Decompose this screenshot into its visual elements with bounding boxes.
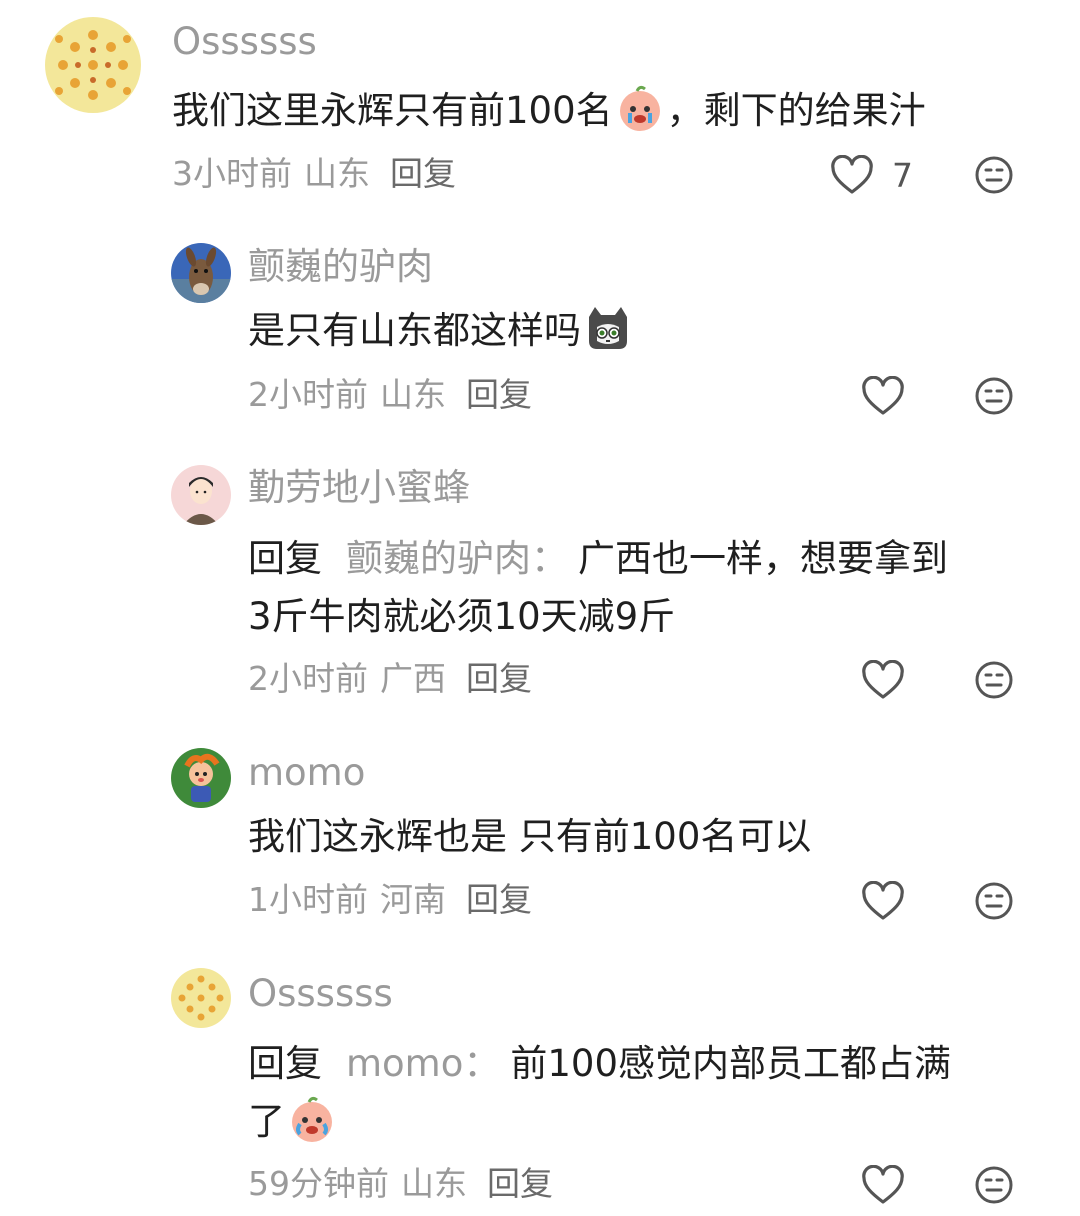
location: 河南: [380, 880, 446, 919]
crying-peach-emoji-icon: [615, 83, 665, 133]
like-button[interactable]: 7: [830, 155, 913, 195]
reply-target-username[interactable]: 颤巍的驴肉: [346, 537, 531, 580]
username[interactable]: 颤巍的驴肉: [248, 245, 433, 289]
dislike-button[interactable]: [974, 881, 1014, 921]
comment-text: 回复 momo： 前100感觉内部员工都占满 了: [248, 1035, 1048, 1151]
avatar-pattern-icon: [171, 968, 231, 1028]
comment-meta: 1小时前 河南 回复: [248, 880, 544, 920]
heart-outline-icon: [862, 1165, 904, 1204]
location: 山东: [401, 1164, 467, 1203]
timestamp: 3小时前: [172, 154, 292, 193]
donkey-avatar-icon: [171, 243, 231, 303]
heart-outline-icon: [862, 376, 904, 415]
like-button[interactable]: [861, 1165, 905, 1205]
colon: ：: [531, 537, 568, 580]
dislike-button[interactable]: [974, 376, 1014, 416]
username[interactable]: Ossssss: [172, 20, 317, 64]
neutral-face-icon: [975, 156, 1013, 194]
neutral-face-icon: [975, 377, 1013, 415]
avatar[interactable]: [171, 748, 231, 808]
reply-button[interactable]: 回复: [466, 880, 532, 919]
reply-target-username[interactable]: momo: [346, 1042, 463, 1085]
location: 山东: [304, 154, 370, 193]
like-button[interactable]: [861, 660, 905, 700]
comment-text: 我们这里永辉只有前100名 ，剩下的给果汁: [172, 82, 926, 140]
comment-text-line: 前100感觉内部员工都占满: [510, 1042, 951, 1085]
cartoon-avatar-icon: [171, 748, 231, 808]
comment-text-part: 我们这里永辉只有前100名: [172, 89, 613, 132]
heart-outline-icon: [862, 881, 904, 920]
dislike-button[interactable]: [974, 155, 1014, 195]
comment-meta: 2小时前 广西 回复: [248, 659, 544, 699]
neutral-face-icon: [975, 1166, 1013, 1204]
reply-prefix: 回复: [248, 537, 322, 580]
location: 山东: [380, 375, 446, 414]
comment-text-line: 了: [248, 1100, 285, 1143]
avatar-pattern-icon: [45, 17, 141, 113]
dislike-button[interactable]: [974, 1165, 1014, 1205]
comment-text-line: 3斤牛肉就必须10天减9斤: [248, 595, 676, 638]
reply-button[interactable]: 回复: [487, 1164, 553, 1203]
username[interactable]: 勤劳地小蜜蜂: [248, 466, 470, 510]
heart-outline-icon: [831, 155, 873, 194]
neutral-face-icon: [975, 661, 1013, 699]
like-button[interactable]: [861, 881, 905, 921]
username[interactable]: momo: [248, 751, 365, 795]
timestamp: 2小时前: [248, 375, 368, 414]
reply-button[interactable]: 回复: [390, 154, 456, 193]
comment-text-line: 广西也一样，想要拿到: [578, 537, 948, 580]
reply-button[interactable]: 回复: [466, 659, 532, 698]
comment-meta: 59分钟前 山东 回复: [248, 1164, 565, 1204]
avatar[interactable]: [171, 465, 231, 525]
crying-peach-emoji-icon: [287, 1094, 337, 1144]
comment-text: 我们这永辉也是 只有前100名可以: [248, 808, 811, 866]
like-count: 7: [892, 155, 913, 195]
comment-text-part: 是只有山东都这样吗: [248, 309, 581, 352]
heart-outline-icon: [862, 660, 904, 699]
comment-meta: 2小时前 山东 回复: [248, 375, 544, 415]
dislike-button[interactable]: [974, 660, 1014, 700]
person-avatar-icon: [171, 465, 231, 525]
comment-text-part: ，剩下的给果汁: [666, 89, 926, 132]
like-button[interactable]: [861, 376, 905, 416]
reply-prefix: 回复: [248, 1042, 322, 1085]
comment-text: 是只有山东都这样吗: [248, 302, 635, 360]
timestamp: 2小时前: [248, 659, 368, 698]
avatar[interactable]: [171, 243, 231, 303]
reply-button[interactable]: 回复: [466, 375, 532, 414]
avatar[interactable]: [171, 968, 231, 1028]
cat-emoji-icon: [583, 303, 633, 353]
neutral-face-icon: [975, 882, 1013, 920]
comment-text: 回复 颤巍的驴肉： 广西也一样，想要拿到 3斤牛肉就必须10天减9斤: [248, 530, 1048, 646]
avatar[interactable]: [45, 17, 141, 113]
comment-text-part: 我们这永辉也是 只有前100名可以: [248, 815, 812, 858]
timestamp: 1小时前: [248, 880, 368, 919]
location: 广西: [380, 659, 446, 698]
timestamp: 59分钟前: [248, 1164, 389, 1203]
comment-meta: 3小时前 山东 回复: [172, 154, 468, 194]
username[interactable]: Ossssss: [248, 972, 393, 1016]
colon: ：: [463, 1042, 501, 1085]
